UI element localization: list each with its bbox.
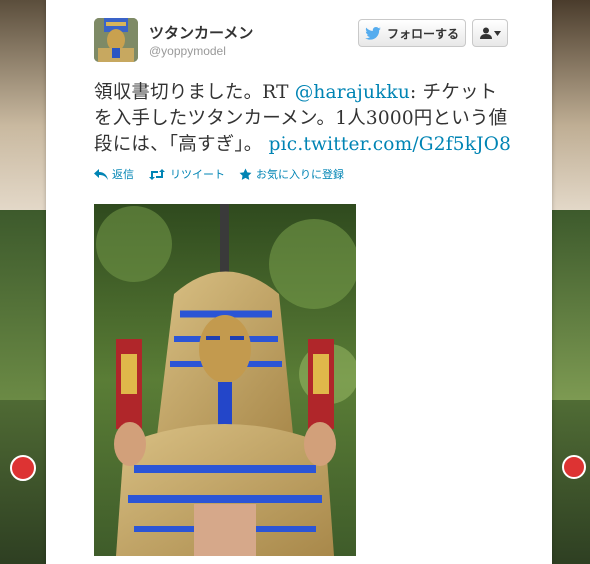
retweet-action[interactable]: リツイート	[148, 166, 225, 182]
display-name[interactable]: ツタンカーメン	[149, 22, 253, 43]
reply-label: 返信	[112, 168, 134, 181]
avatar[interactable]	[94, 18, 138, 62]
follow-button[interactable]: フォローする	[358, 19, 466, 47]
user-handle[interactable]: @yoppymodel	[149, 44, 226, 58]
mention-link[interactable]: @harajukku	[295, 82, 410, 103]
pic-link[interactable]: pic.twitter.com/G2f5kJO8	[269, 134, 512, 155]
retweet-icon	[149, 168, 165, 180]
reply-action[interactable]: 返信	[94, 166, 134, 182]
background-photo-right	[552, 0, 590, 564]
reply-icon	[94, 168, 108, 180]
user-actions-button[interactable]	[472, 19, 508, 47]
retweet-label: リツイート	[170, 168, 225, 181]
user-icon	[479, 27, 492, 39]
background-photo-left	[0, 0, 46, 564]
tweet-card: ツタンカーメン @yoppymodel フォローする 領収書切りました。RT @…	[46, 0, 552, 564]
tweet-text-part1: 領収書切りました。RT	[94, 82, 295, 103]
twitter-bird-icon	[365, 26, 381, 40]
tweet-text: 領収書切りました。RT @harajukku: チケットを入手したツタンカーメン…	[94, 80, 514, 158]
caret-down-icon	[493, 30, 501, 36]
tweet-photo[interactable]	[94, 204, 356, 556]
favorite-label: お気に入りに登録	[256, 168, 344, 181]
favorite-action[interactable]: お気に入りに登録	[239, 166, 344, 182]
tweet-actions: 返信 リツイート お気に入りに登録	[94, 166, 344, 182]
star-icon	[239, 168, 252, 180]
follow-button-label: フォローする	[386, 26, 459, 41]
